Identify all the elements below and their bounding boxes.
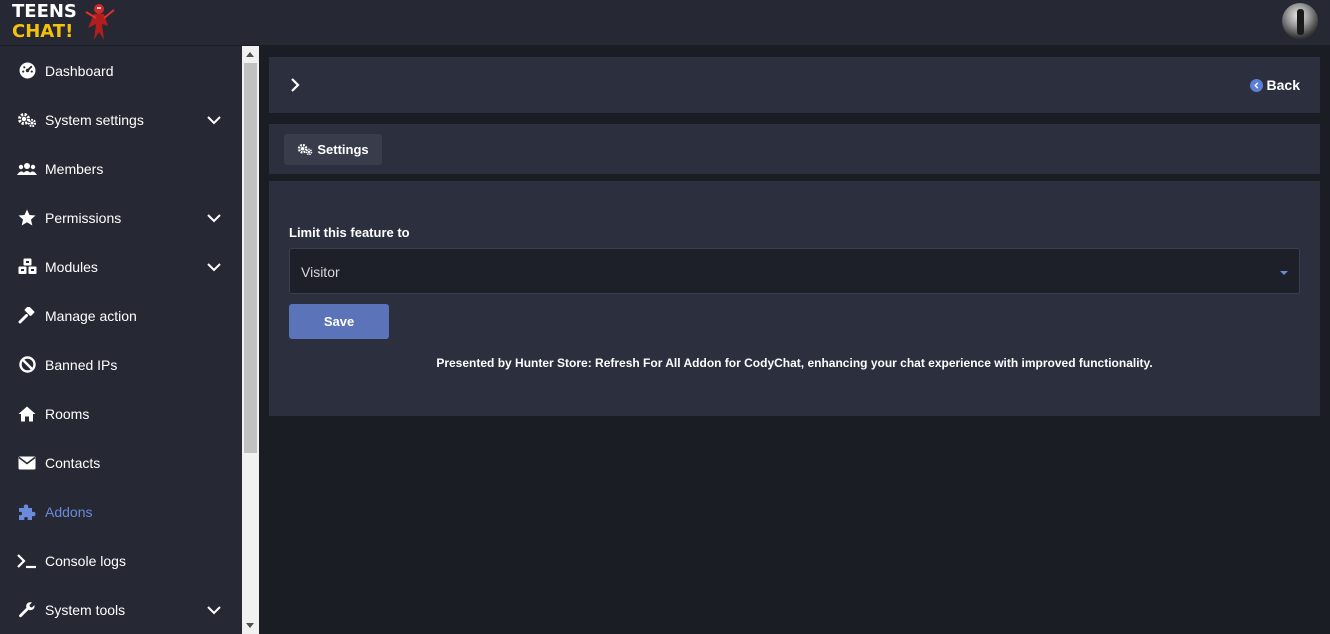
chevron-down-icon[interactable] xyxy=(206,602,222,618)
sidebar-item-label: Permissions xyxy=(45,209,122,226)
sidebar-item-console-logs[interactable]: Console logs xyxy=(0,536,242,585)
sidebar-item-label: Addons xyxy=(45,503,93,520)
sidebar-item-contacts[interactable]: Contacts xyxy=(0,438,242,487)
tab-settings-label: Settings xyxy=(317,142,369,157)
scroll-down-arrow-icon[interactable] xyxy=(246,623,254,628)
back-arrow-icon xyxy=(1249,78,1263,92)
envelope-icon xyxy=(17,453,37,473)
gavel-icon xyxy=(17,306,37,326)
cubes-icon xyxy=(17,257,37,277)
sidebar-item-label: Contacts xyxy=(45,454,101,471)
gears-icon xyxy=(17,110,37,130)
site-logo[interactable]: TEENS CHAT! xyxy=(10,2,120,44)
home-icon xyxy=(17,404,37,424)
sidebar-item-label: System settings xyxy=(45,111,144,128)
save-button[interactable]: Save xyxy=(289,304,389,339)
wrench-icon xyxy=(17,600,37,620)
dashboard-icon xyxy=(17,61,37,81)
sidebar-item-addons[interactable]: Addons xyxy=(0,487,242,536)
sidebar-item-system-tools[interactable]: System tools xyxy=(0,585,242,634)
users-icon xyxy=(17,159,37,179)
sidebar-item-rooms[interactable]: Rooms xyxy=(0,389,242,438)
ban-icon xyxy=(17,355,37,375)
logo-ninja-icon xyxy=(85,4,115,40)
sidebar-item-label: System tools xyxy=(45,601,126,618)
sidebar-item-banned-ips[interactable]: Banned IPs xyxy=(0,340,242,389)
chevron-down-icon[interactable] xyxy=(206,210,222,226)
caret-down-icon xyxy=(1280,271,1288,275)
sidebar-item-manage-action[interactable]: Manage action xyxy=(0,291,242,340)
sidebar-item-dashboard[interactable]: Dashboard xyxy=(0,46,242,95)
puzzle-icon xyxy=(17,502,37,522)
logo-line-1: TEENS xyxy=(12,1,77,22)
top-bar: TEENS CHAT! xyxy=(0,0,1330,46)
panel-header: Back xyxy=(269,57,1320,113)
sidebar-scrollbar[interactable] xyxy=(242,46,259,634)
sidebar-item-system-settings[interactable]: System settings xyxy=(0,95,242,144)
sidebar-item-label: Banned IPs xyxy=(45,356,118,373)
tabs-bar: Settings xyxy=(269,124,1320,174)
sidebar-item-members[interactable]: Members xyxy=(0,144,242,193)
sidebar-item-label: Members xyxy=(45,160,104,177)
terminal-icon xyxy=(17,551,37,571)
limit-feature-label: Limit this feature to xyxy=(289,225,410,240)
star-icon xyxy=(17,208,37,228)
sidebar-item-label: Rooms xyxy=(45,405,90,422)
chevron-right-icon[interactable] xyxy=(287,77,303,93)
user-avatar[interactable] xyxy=(1282,3,1318,39)
limit-feature-value: Visitor xyxy=(301,264,340,280)
scroll-up-arrow-icon[interactable] xyxy=(246,52,254,57)
sidebar-item-label: Manage action xyxy=(45,307,137,324)
gears-icon xyxy=(298,143,313,156)
chevron-down-icon[interactable] xyxy=(206,112,222,128)
back-label: Back xyxy=(1266,77,1300,93)
sidebar-item-modules[interactable]: Modules xyxy=(0,242,242,291)
sidebar-item-label: Console logs xyxy=(45,552,126,569)
settings-form: Limit this feature to Visitor Save Prese… xyxy=(269,181,1320,416)
avatar-figure xyxy=(1297,9,1304,35)
limit-feature-select[interactable]: Visitor xyxy=(289,248,1300,294)
tab-settings[interactable]: Settings xyxy=(284,134,382,165)
sidebar-item-label: Dashboard xyxy=(45,62,114,79)
back-button[interactable]: Back xyxy=(1249,75,1300,95)
logo-line-2: CHAT! xyxy=(12,21,74,42)
admin-sidebar: Dashboard System settings Members Permis… xyxy=(0,46,242,634)
sidebar-item-label: Modules xyxy=(45,258,98,275)
chevron-down-icon[interactable] xyxy=(206,259,222,275)
scrollbar-thumb[interactable] xyxy=(244,63,257,453)
addon-credit-text: Presented by Hunter Store: Refresh For A… xyxy=(436,356,1153,370)
sidebar-item-permissions[interactable]: Permissions xyxy=(0,193,242,242)
